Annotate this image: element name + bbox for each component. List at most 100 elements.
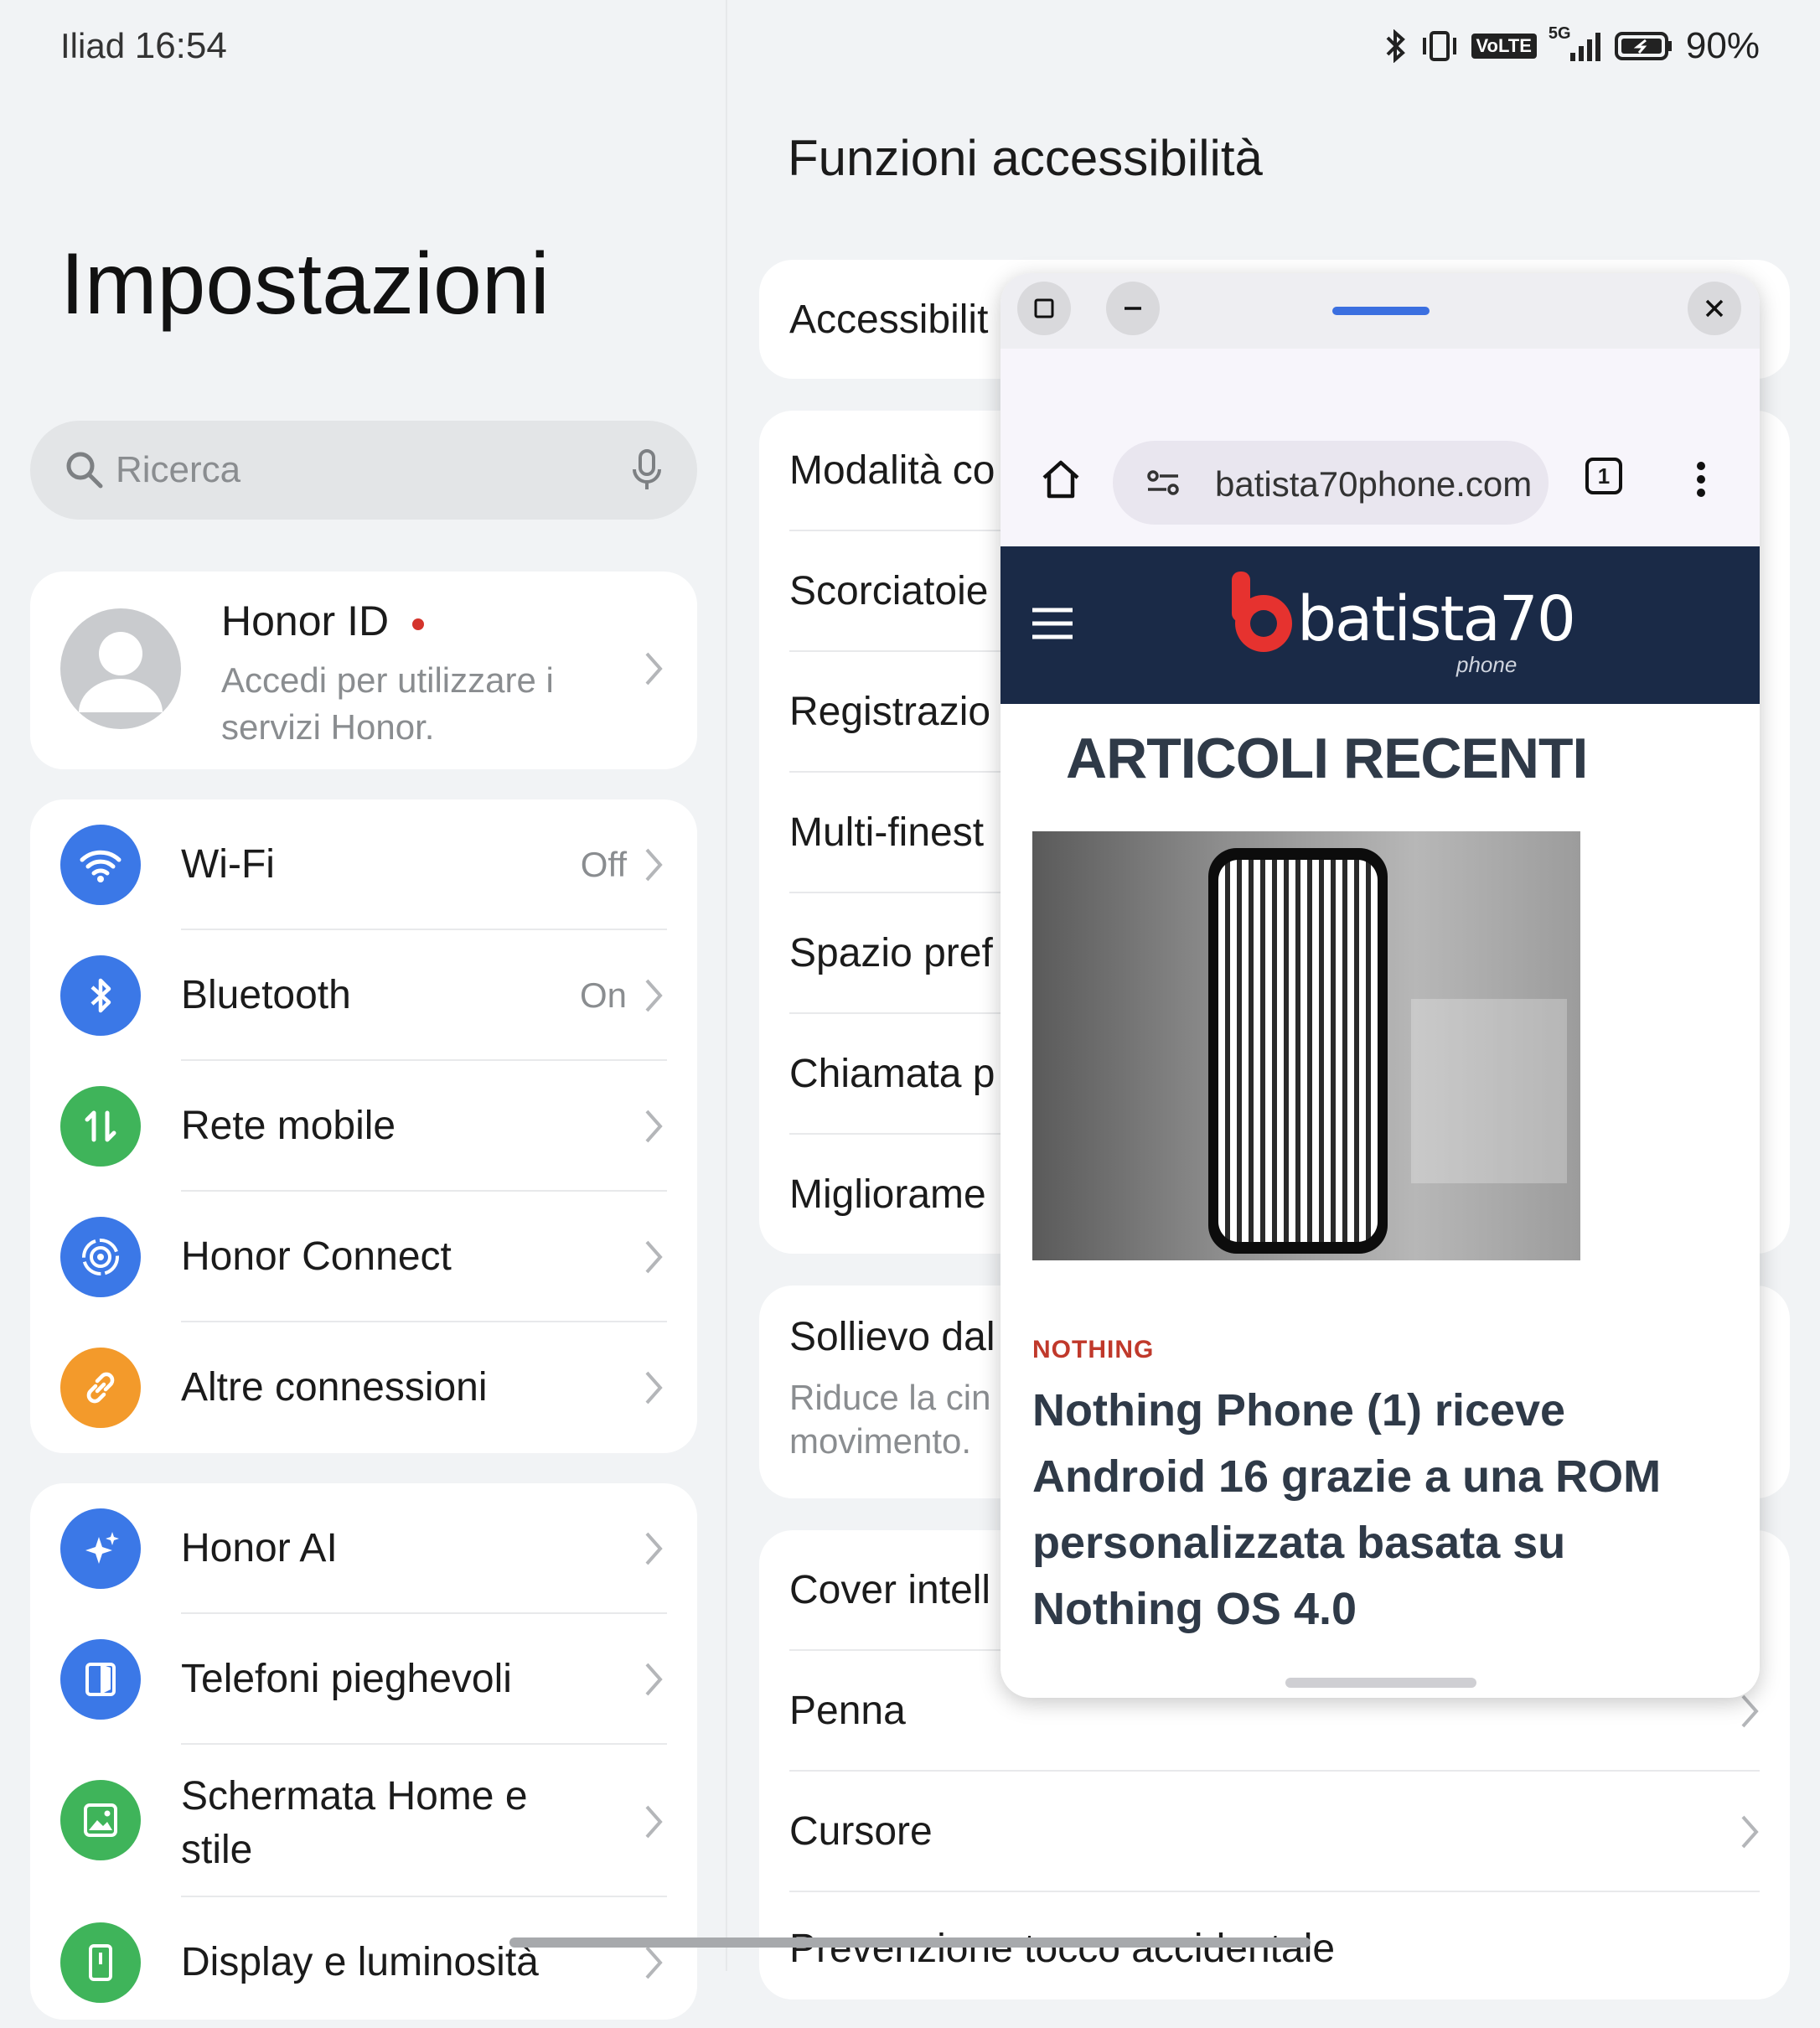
display-label: Display e luminosità bbox=[181, 1940, 539, 1984]
home-icon[interactable] bbox=[1037, 456, 1084, 507]
site-header: batista70 phone bbox=[1000, 546, 1760, 704]
signal-icon: 5G bbox=[1549, 24, 1602, 63]
list-item-label: Migliorame bbox=[789, 1172, 986, 1217]
account-subtitle-line2: servizi Honor. bbox=[221, 707, 435, 747]
chevron-right-icon bbox=[644, 1108, 664, 1149]
chevron-right-icon bbox=[644, 650, 664, 691]
drag-handle[interactable] bbox=[1332, 307, 1430, 315]
phone-image bbox=[1208, 848, 1388, 1254]
settings-item-foldable[interactable]: Telefoni pieghevoli bbox=[30, 1614, 697, 1745]
search-bar[interactable]: Ricerca bbox=[30, 421, 697, 520]
site-logo-icon[interactable] bbox=[1227, 572, 1299, 660]
settings-item-home-screen[interactable]: Schermata Home e stile bbox=[30, 1745, 697, 1897]
browser-toolbar: batista70phone.com 1 bbox=[1000, 349, 1760, 548]
bluetooth-status: On bbox=[579, 975, 627, 1015]
foldable-label: Telefoni pieghevoli bbox=[181, 1657, 512, 1701]
chevron-right-icon bbox=[644, 1530, 664, 1571]
mobile-data-icon bbox=[60, 1086, 141, 1167]
honor-id-card[interactable]: Honor ID Accedi per utilizzare i servizi… bbox=[30, 572, 697, 769]
floating-browser-window[interactable]: batista70phone.com 1 batista70 phone ART… bbox=[1000, 273, 1760, 1698]
search-icon bbox=[64, 449, 106, 495]
minimize-icon bbox=[1125, 307, 1141, 310]
minimize-button[interactable] bbox=[1106, 282, 1160, 335]
accessibility-label: Accessibilit bbox=[789, 297, 989, 342]
list-item-label: Cover intell bbox=[789, 1568, 991, 1612]
carrier-label: Iliad bbox=[60, 26, 126, 65]
window-resize-handle[interactable] bbox=[1285, 1678, 1476, 1688]
site-settings-icon[interactable] bbox=[1145, 466, 1181, 504]
chevron-right-icon bbox=[644, 1944, 664, 1985]
tab-switcher-button[interactable]: 1 bbox=[1585, 458, 1622, 494]
home-screen-label-line2: stile bbox=[181, 1828, 253, 1872]
list-item[interactable]: Cursore bbox=[759, 1772, 1790, 1892]
honor-connect-label: Honor Connect bbox=[181, 1234, 452, 1279]
account-subtitle: Accedi per utilizzare i servizi Honor. bbox=[221, 657, 554, 751]
address-bar[interactable]: batista70phone.com bbox=[1113, 441, 1549, 525]
account-name-row: Honor ID bbox=[221, 597, 424, 645]
more-options-icon[interactable] bbox=[1693, 456, 1709, 507]
list-item-label: Scorciatoie bbox=[789, 569, 989, 613]
battery-percent: 90% bbox=[1685, 25, 1760, 66]
battery-icon bbox=[1614, 29, 1674, 63]
account-name: Honor ID bbox=[221, 598, 390, 644]
article-image[interactable] bbox=[1032, 831, 1580, 1260]
honor-connect-icon bbox=[60, 1217, 141, 1297]
motion-relief-subtitle: Riduce la cin movimento. bbox=[789, 1376, 990, 1463]
volte-badge: VoLTE bbox=[1471, 34, 1537, 59]
motion-relief-sub-line2: movimento. bbox=[789, 1421, 972, 1461]
list-item-label: Modalità co bbox=[789, 448, 995, 493]
site-logo-text: batista70 bbox=[1297, 583, 1576, 655]
link-icon bbox=[60, 1348, 141, 1428]
image-icon bbox=[60, 1780, 141, 1860]
motion-relief-title: Sollievo dal bbox=[789, 1315, 995, 1359]
bluetooth-label: Bluetooth bbox=[181, 973, 351, 1017]
split-divider[interactable] bbox=[726, 0, 727, 1971]
status-left: Iliad 16:54 bbox=[60, 25, 227, 67]
microphone-icon[interactable] bbox=[630, 448, 664, 497]
chevron-right-icon bbox=[644, 1803, 664, 1844]
article-headline[interactable]: Nothing Phone (1) riceve Android 16 graz… bbox=[1032, 1378, 1736, 1643]
display-icon bbox=[60, 1922, 141, 2003]
network-type: 5G bbox=[1548, 24, 1571, 43]
list-item-label: Penna bbox=[789, 1689, 906, 1733]
ai-sparkle-icon bbox=[60, 1508, 141, 1589]
clock: 16:54 bbox=[134, 25, 227, 66]
close-button[interactable] bbox=[1688, 282, 1741, 335]
settings-item-other-connections[interactable]: Altre connessioni bbox=[30, 1322, 697, 1453]
article-category[interactable]: NOTHING bbox=[1032, 1336, 1154, 1364]
wifi-label: Wi-Fi bbox=[181, 842, 275, 887]
window-titlebar[interactable] bbox=[1000, 273, 1760, 349]
url-text: batista70phone.com bbox=[1215, 464, 1533, 504]
chevron-right-icon bbox=[644, 977, 664, 1018]
bluetooth-icon bbox=[60, 955, 141, 1036]
notification-dot bbox=[411, 618, 424, 630]
settings-item-display[interactable]: Display e luminosità bbox=[30, 1897, 697, 2028]
settings-item-honor-ai[interactable]: Honor AI bbox=[30, 1483, 697, 1614]
chevron-right-icon bbox=[1740, 1813, 1760, 1855]
settings-item-mobile-network[interactable]: Rete mobile bbox=[30, 1061, 697, 1192]
foldable-icon bbox=[60, 1639, 141, 1720]
maximize-button[interactable] bbox=[1017, 282, 1071, 335]
hamburger-menu-icon[interactable] bbox=[1032, 607, 1073, 644]
settings-item-bluetooth[interactable]: Bluetooth On bbox=[30, 930, 697, 1061]
settings-item-wifi[interactable]: Wi-Fi Off bbox=[30, 799, 697, 930]
chevron-right-icon bbox=[644, 846, 664, 887]
chevron-right-icon bbox=[644, 1661, 664, 1702]
vibrate-icon bbox=[1419, 29, 1460, 63]
list-item-label: Spazio pref bbox=[789, 931, 993, 975]
chevron-right-icon bbox=[1740, 1693, 1760, 1734]
account-subtitle-line1: Accedi per utilizzare i bbox=[221, 660, 554, 700]
home-screen-label: Schermata Home e stile bbox=[181, 1770, 528, 1877]
section-title: ARTICOLI RECENTI bbox=[1066, 727, 1588, 790]
gesture-navigation-bar[interactable] bbox=[509, 1937, 1311, 1948]
list-item-label: Prevenzione tocco accidentale bbox=[789, 1927, 1336, 1971]
avatar bbox=[60, 608, 181, 729]
accessibility-title: Funzioni accessibilità bbox=[788, 130, 1263, 186]
tab-count: 1 bbox=[1597, 463, 1611, 489]
list-item-label: Chiamata p bbox=[789, 1052, 995, 1096]
other-connections-label: Altre connessioni bbox=[181, 1365, 488, 1410]
settings-item-honor-connect[interactable]: Honor Connect bbox=[30, 1192, 697, 1322]
display-stand bbox=[1411, 999, 1567, 1183]
list-item-label: Cursore bbox=[789, 1809, 933, 1854]
mobile-network-label: Rete mobile bbox=[181, 1104, 396, 1148]
